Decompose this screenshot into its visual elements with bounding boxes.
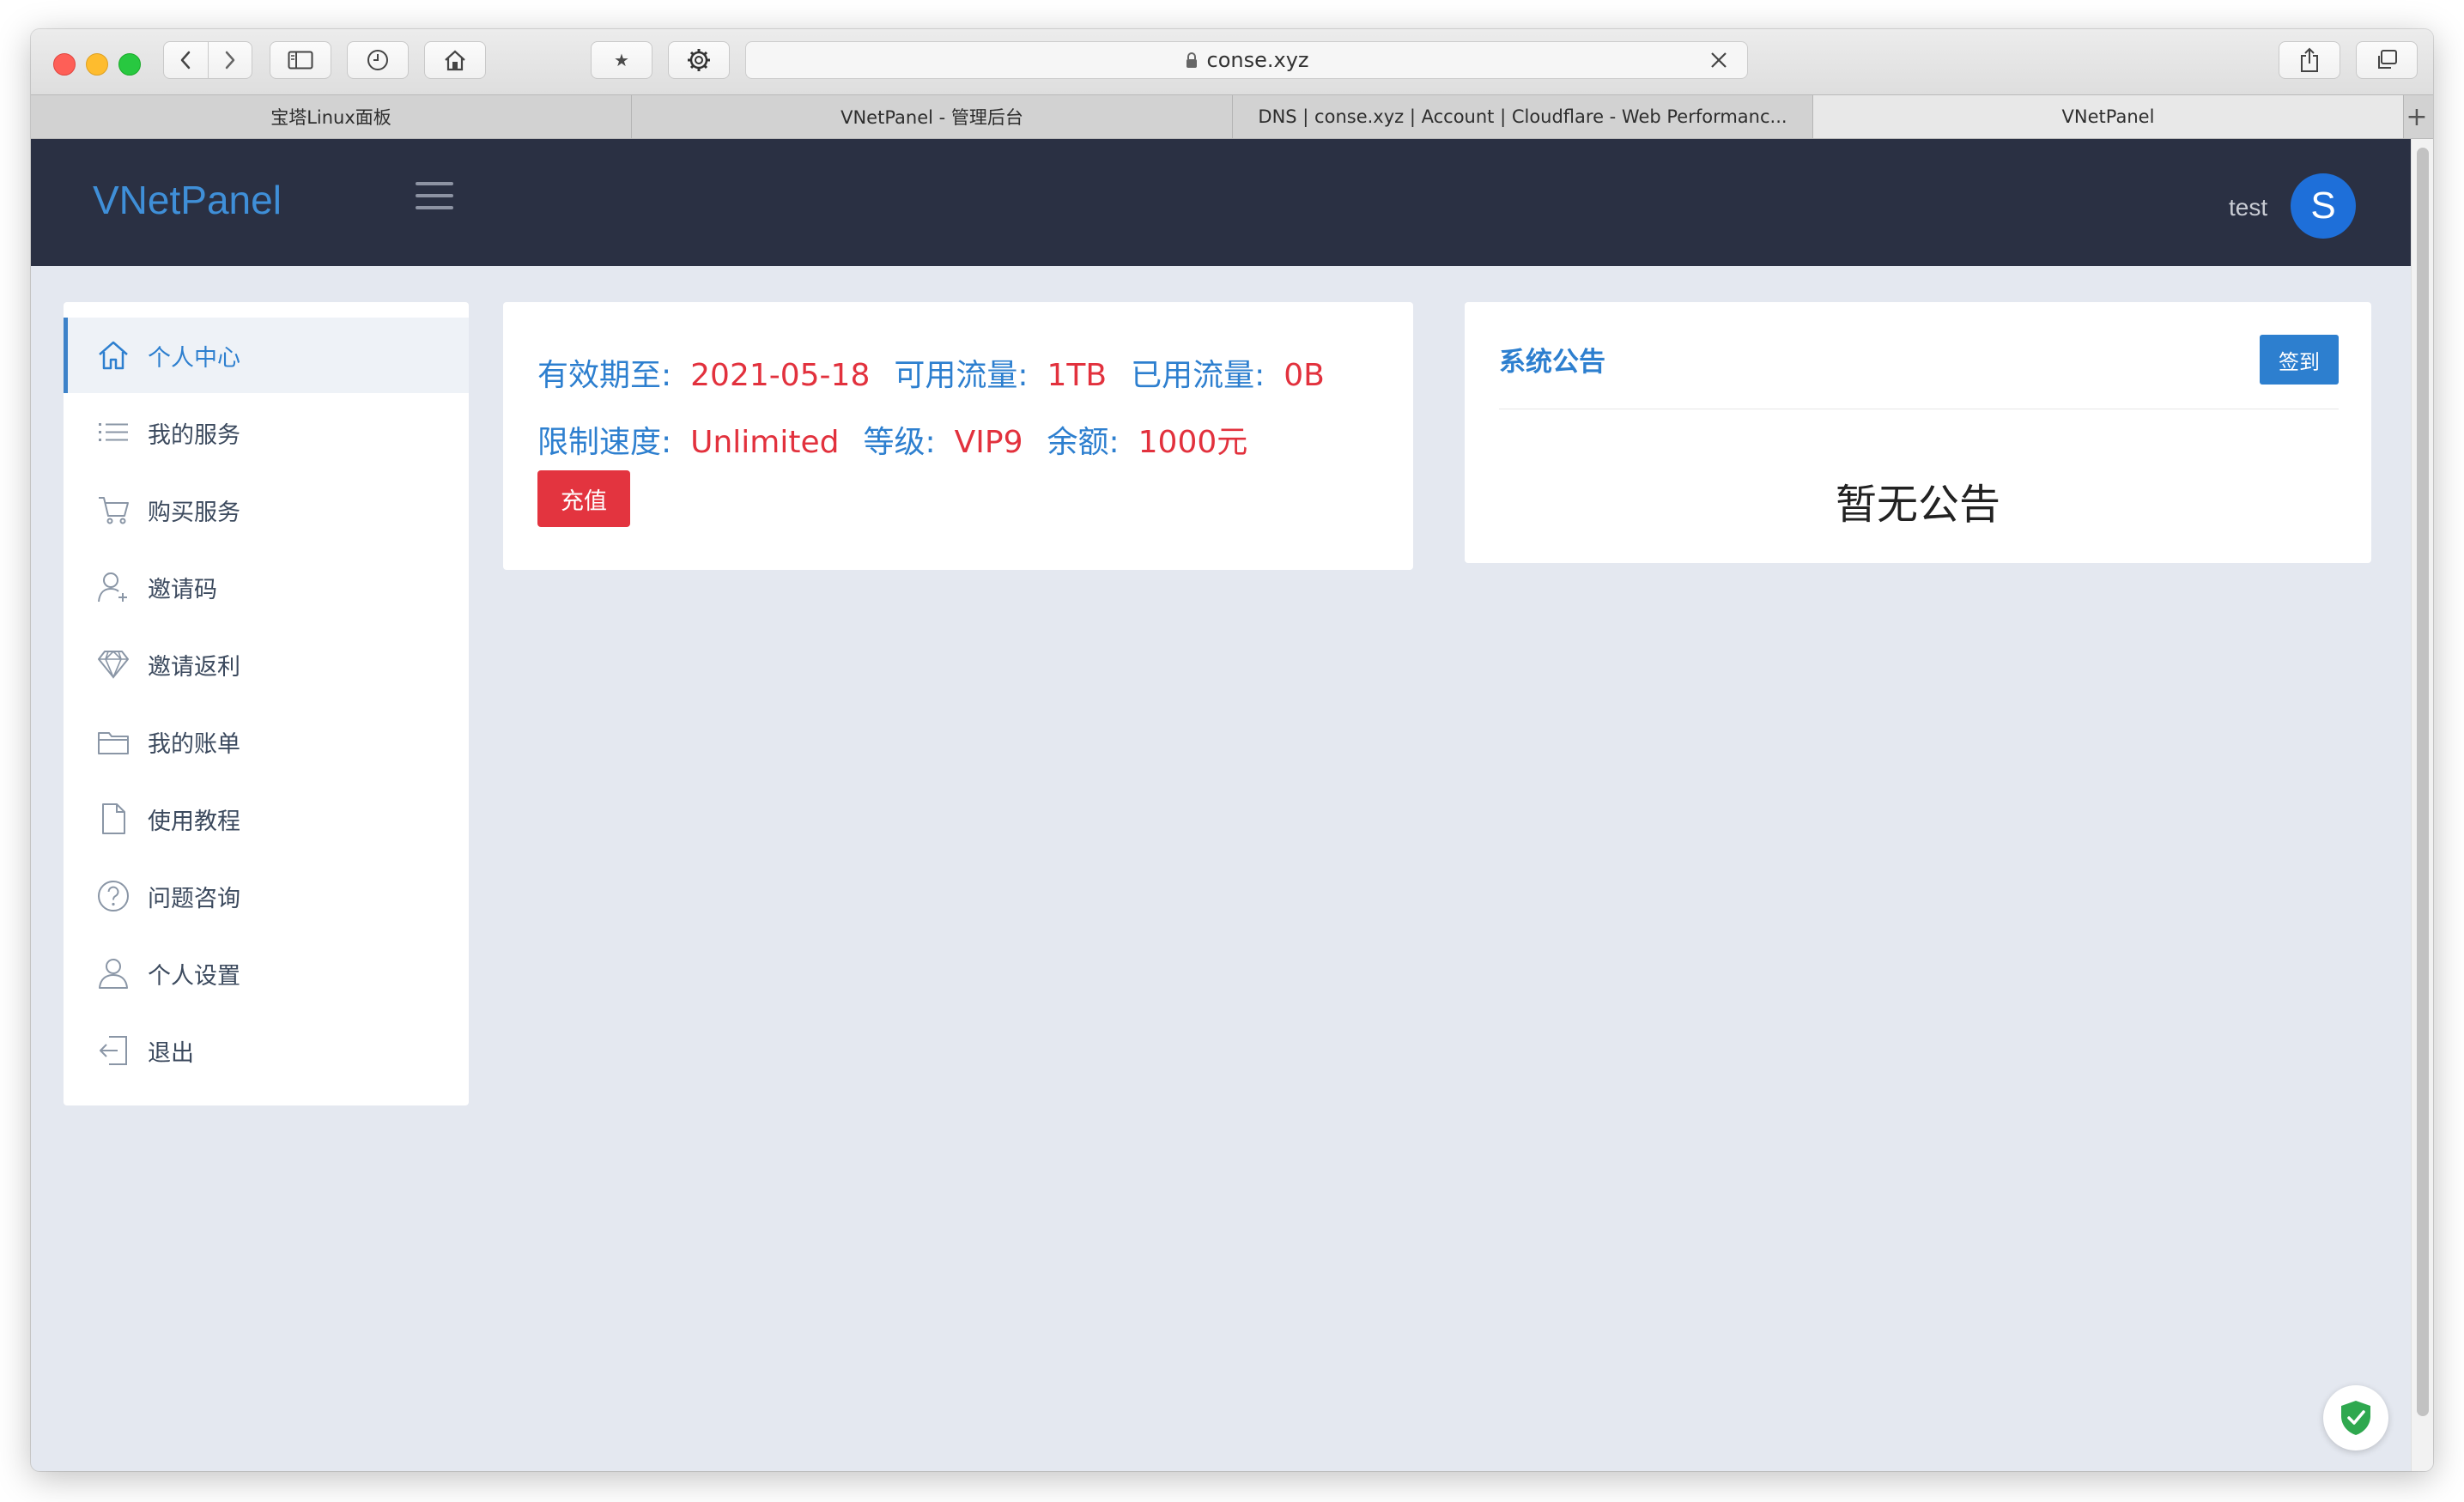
sidebar-item-invite-code[interactable]: 邀请码 xyxy=(64,549,469,625)
level-value: VIP9 xyxy=(954,425,1023,460)
wallet-icon xyxy=(96,724,130,759)
cart-icon xyxy=(96,493,130,527)
sidebar-item-my-services[interactable]: 我的服务 xyxy=(64,395,469,470)
clock-icon xyxy=(367,50,388,70)
used-traffic-label: 已用流量: xyxy=(1131,358,1265,393)
sidebar-item-label: 个人设置 xyxy=(148,962,240,990)
share-button[interactable] xyxy=(2279,41,2340,79)
sidebar-item-label: 使用教程 xyxy=(148,808,240,835)
brand-logo[interactable]: VNetPanel xyxy=(93,177,282,223)
gear-icon xyxy=(688,49,710,71)
new-tab-button[interactable]: + xyxy=(2404,95,2430,138)
stop-loading-button[interactable] xyxy=(1708,49,1730,76)
used-traffic-value: 0B xyxy=(1284,358,1325,393)
sidebar-icon xyxy=(288,51,313,70)
expiry-value: 2021-05-18 xyxy=(690,358,871,393)
diamond-icon xyxy=(96,647,130,681)
sidebar-item-label: 购买服务 xyxy=(148,499,240,526)
star-icon: ★ xyxy=(614,50,629,70)
announcement-card: 系统公告 签到 暂无公告 xyxy=(1465,302,2371,563)
speed-limit-label: 限制速度: xyxy=(537,425,672,460)
home-icon xyxy=(445,50,465,71)
user-icon xyxy=(96,956,130,990)
account-row-traffic: 有效期至: 2021-05-18 可用流量: 1TB 已用流量: 0B xyxy=(537,350,1349,395)
app-header: VNetPanel test S xyxy=(31,139,2411,266)
chevron-right-icon xyxy=(225,51,234,70)
chevron-left-icon xyxy=(181,51,191,70)
question-icon xyxy=(96,879,130,913)
speed-limit-value: Unlimited xyxy=(690,425,840,460)
shield-check-icon xyxy=(2341,1401,2370,1435)
tabs-icon xyxy=(2378,50,2397,69)
sidebar-item-label: 邀请返利 xyxy=(148,653,240,681)
browser-toolbar: ★ conse.xyz xyxy=(31,29,2433,94)
sidebar: 个人中心 我的服务 购买服务 邀请码 邀请返利 我的账单 使用教程 问题咨询 个… xyxy=(64,302,469,1105)
history-button[interactable] xyxy=(347,41,409,79)
account-row-plan: 限制速度: Unlimited 等级: VIP9 余额: 1000元 xyxy=(537,417,1271,462)
username[interactable]: test xyxy=(2229,194,2267,221)
url-text: conse.xyz xyxy=(1206,48,1309,72)
available-traffic-label: 可用流量: xyxy=(894,358,1029,393)
browser-window: ★ conse.xyz 宝塔Linux面板 VNetPanel - 管理后台 D… xyxy=(31,29,2433,1471)
tab-bar: 宝塔Linux面板 VNetPanel - 管理后台 DNS | conse.x… xyxy=(31,94,2433,139)
expiry-label: 有效期至: xyxy=(537,358,672,393)
share-icon xyxy=(2301,47,2318,72)
sidebar-item-label: 邀请码 xyxy=(148,576,217,603)
sidebar-item-user-center[interactable]: 个人中心 xyxy=(64,318,469,393)
announcement-title: 系统公告 xyxy=(1499,347,1605,378)
sidebar-item-buy-services[interactable]: 购买服务 xyxy=(64,472,469,548)
available-traffic-value: 1TB xyxy=(1047,358,1108,393)
sidebar-item-tutorials[interactable]: 使用教程 xyxy=(64,781,469,857)
sidebar-item-label: 问题咨询 xyxy=(148,885,240,912)
forward-button[interactable] xyxy=(208,42,252,78)
extension-settings-button[interactable] xyxy=(668,41,730,79)
scrollbar-thumb[interactable] xyxy=(2417,148,2429,1416)
avatar[interactable]: S xyxy=(2291,173,2356,239)
level-label: 等级: xyxy=(863,425,936,460)
announcement-empty-text: 暂无公告 xyxy=(1835,481,2000,529)
tab-overview-button[interactable] xyxy=(2356,41,2418,79)
tab-cloudflare-dns[interactable]: DNS | conse.xyz | Account | Cloudflare -… xyxy=(1233,95,1813,138)
checkin-button[interactable]: 签到 xyxy=(2260,335,2339,385)
home-icon xyxy=(96,338,130,372)
user-add-icon xyxy=(96,570,130,604)
sidebar-item-label: 我的服务 xyxy=(148,421,240,449)
tab-vnetpanel[interactable]: VNetPanel xyxy=(1813,95,2404,138)
home-button[interactable] xyxy=(424,41,486,79)
account-info-card: 有效期至: 2021-05-18 可用流量: 1TB 已用流量: 0B 限制速度: Unli… xyxy=(503,302,1413,570)
list-icon xyxy=(96,415,130,450)
close-icon xyxy=(1711,52,1727,68)
logout-icon xyxy=(96,1033,130,1068)
menu-toggle-icon[interactable] xyxy=(416,182,453,220)
back-button[interactable] xyxy=(164,42,208,78)
minimize-window-button[interactable] xyxy=(86,53,108,76)
security-badge[interactable] xyxy=(2323,1385,2388,1451)
sidebar-item-label: 个人中心 xyxy=(148,344,240,372)
sidebar-item-support[interactable]: 问题咨询 xyxy=(64,858,469,934)
tab-vnetpanel-admin[interactable]: VNetPanel - 管理后台 xyxy=(632,95,1233,138)
sidebar-toggle-button[interactable] xyxy=(270,41,331,79)
close-window-button[interactable] xyxy=(53,53,76,76)
balance-label: 余额: xyxy=(1047,425,1120,460)
zoom-window-button[interactable] xyxy=(118,53,141,76)
sidebar-item-settings[interactable]: 个人设置 xyxy=(64,936,469,1011)
bookmark-button[interactable]: ★ xyxy=(591,41,652,79)
sidebar-item-label: 退出 xyxy=(148,1039,194,1067)
document-icon xyxy=(96,802,130,836)
lock-icon xyxy=(1185,51,1199,69)
sidebar-item-my-bills[interactable]: 我的账单 xyxy=(64,704,469,779)
address-bar[interactable]: conse.xyz xyxy=(745,41,1748,79)
sidebar-item-logout[interactable]: 退出 xyxy=(64,1013,469,1088)
back-forward-group xyxy=(163,41,252,79)
sidebar-item-invite-rebate[interactable]: 邀请返利 xyxy=(64,627,469,702)
recharge-button[interactable]: 充值 xyxy=(537,470,630,527)
tab-baota[interactable]: 宝塔Linux面板 xyxy=(31,95,632,138)
page-scrollbar[interactable] xyxy=(2411,139,2433,1471)
balance-value: 1000元 xyxy=(1138,425,1248,460)
sidebar-item-label: 我的账单 xyxy=(148,730,240,758)
